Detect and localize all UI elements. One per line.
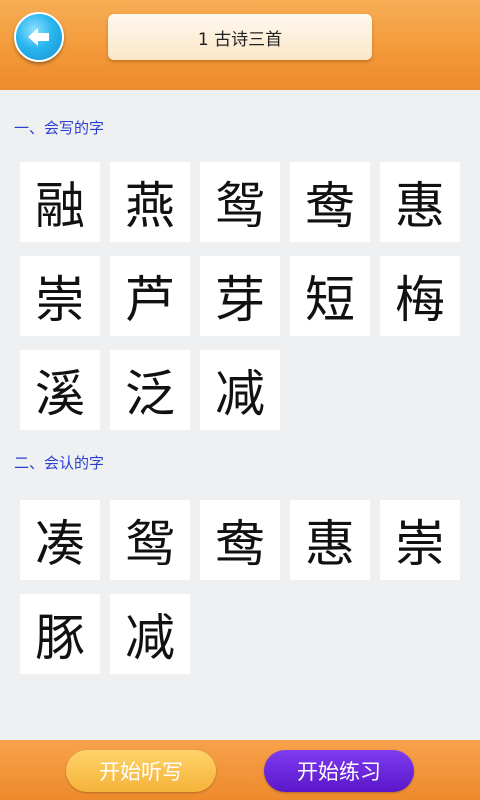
section-title-read: 二、会认的字 [14, 454, 105, 472]
page-title: 1 古诗三首 [197, 29, 283, 50]
char-card[interactable]: 芦 [110, 256, 190, 336]
start-practice-button[interactable]: 开始练习 [264, 750, 414, 792]
char-card[interactable]: 芽 [200, 256, 280, 336]
start-dictation-button[interactable]: 开始听写 [66, 750, 216, 792]
char-card[interactable]: 惠 [290, 500, 370, 580]
char-card[interactable]: 惠 [380, 162, 460, 242]
back-arrow-icon [28, 28, 49, 46]
char-card[interactable]: 溪 [20, 350, 100, 430]
char-card[interactable]: 鸯 [200, 500, 280, 580]
header-bar: 1 古诗三首 [0, 0, 480, 90]
section-title-write: 一、会写的字 [14, 119, 105, 137]
write-chars-grid: 融 燕 鸳 鸯 惠 崇 芦 芽 短 梅 溪 泛 减 [20, 162, 460, 430]
char-card[interactable]: 崇 [380, 500, 460, 580]
footer-bar: 开始听写 开始练习 [0, 740, 480, 800]
char-card[interactable]: 减 [200, 350, 280, 430]
char-card[interactable]: 融 [20, 162, 100, 242]
char-card[interactable]: 燕 [110, 162, 190, 242]
char-card[interactable]: 豚 [20, 594, 100, 674]
char-card[interactable]: 鸳 [200, 162, 280, 242]
char-card[interactable]: 梅 [380, 256, 460, 336]
char-card[interactable]: 凑 [20, 500, 100, 580]
char-card[interactable]: 崇 [20, 256, 100, 336]
back-button[interactable] [14, 12, 64, 62]
char-card[interactable]: 泛 [110, 350, 190, 430]
char-card[interactable]: 减 [110, 594, 190, 674]
title-box: 1 古诗三首 [108, 14, 372, 60]
read-chars-grid: 凑 鸳 鸯 惠 崇 豚 减 [20, 500, 460, 674]
char-card[interactable]: 短 [290, 256, 370, 336]
char-card[interactable]: 鸯 [290, 162, 370, 242]
char-card[interactable]: 鸳 [110, 500, 190, 580]
